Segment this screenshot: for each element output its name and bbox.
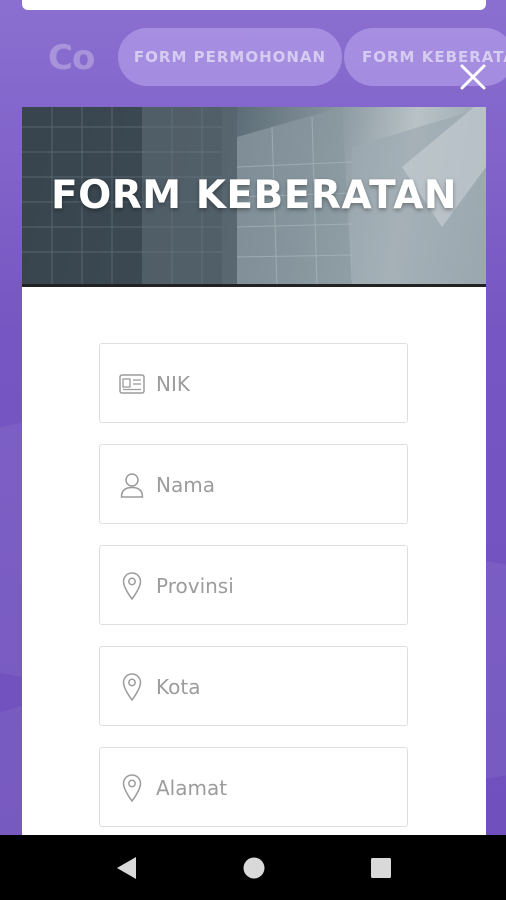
nik-input[interactable] [156,364,396,404]
recents-button[interactable] [369,855,393,885]
home-button[interactable] [241,855,267,885]
form-modal: FORM KEBERATAN [22,107,486,835]
close-icon [460,64,486,90]
alamat-field[interactable] [99,747,408,827]
nama-input[interactable] [156,465,396,505]
app-logo: Co [48,38,95,78]
system-navigation-bar [0,835,506,900]
alamat-input[interactable] [156,768,396,808]
back-icon [117,857,136,879]
map-pin-icon [118,774,146,802]
map-pin-icon [118,673,146,701]
nik-field[interactable] [99,343,408,423]
banner-divider [22,284,486,287]
keberatan-form [99,343,409,835]
home-icon [243,857,265,879]
modal-banner: FORM KEBERATAN [22,107,486,287]
map-pin-icon [118,572,146,600]
modal-title: FORM KEBERATAN [50,173,458,218]
close-button[interactable] [456,60,490,94]
id-card-icon [118,370,146,398]
provinsi-input[interactable] [156,566,396,606]
tab-label: FORM PERMOHONAN [133,48,327,66]
nama-field[interactable] [99,444,408,524]
user-icon [118,471,146,499]
tab-form-permohonan[interactable]: FORM PERMOHONAN [118,28,342,86]
kota-field[interactable] [99,646,408,726]
top-search-bar[interactable] [22,0,486,10]
back-button[interactable] [114,855,138,885]
recents-icon [371,858,391,878]
provinsi-field[interactable] [99,545,408,625]
kota-input[interactable] [156,667,396,707]
